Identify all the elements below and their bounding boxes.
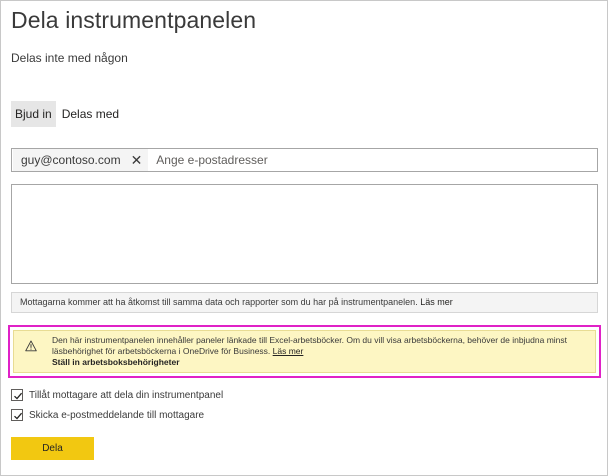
send-email-checkbox[interactable] xyxy=(11,409,23,421)
set-workbook-permissions-link[interactable]: Ställ in arbetsboksbehörigheter xyxy=(52,357,592,368)
recipient-chip: guy@contoso.com ✕ xyxy=(13,149,149,171)
allow-reshare-checkbox[interactable] xyxy=(11,389,23,401)
share-dashboard-pane: Dela instrumentpanelen Delas inte med nå… xyxy=(0,0,608,476)
warning-learn-more-link[interactable]: Läs mer xyxy=(273,346,304,356)
access-info-bar: Mottagarna kommer att ha åtkomst till sa… xyxy=(11,292,598,313)
warning-text: Den här instrumentpanelen innehåller pan… xyxy=(52,335,568,356)
send-email-label: Skicka e-postmeddelande till mottagare xyxy=(29,409,205,421)
remove-recipient-icon[interactable]: ✕ xyxy=(131,153,143,167)
recipient-email-field[interactable]: guy@contoso.com ✕ xyxy=(11,148,598,172)
warning-message: Den här instrumentpanelen innehåller pan… xyxy=(52,335,592,368)
tab-invite[interactable]: Bjud in xyxy=(11,101,56,127)
recipient-chip-email: guy@contoso.com xyxy=(21,153,121,167)
tab-bar: Bjud in Delas med xyxy=(11,101,125,127)
share-button[interactable]: Dela xyxy=(11,437,94,460)
sharing-status: Delas inte med någon xyxy=(11,51,128,65)
allow-reshare-label: Tillåt mottagare att dela din instrument… xyxy=(29,389,224,401)
send-email-option[interactable]: Skicka e-postmeddelande till mottagare xyxy=(11,408,204,422)
email-input[interactable] xyxy=(156,153,457,167)
learn-more-link[interactable]: Läs mer xyxy=(420,297,453,307)
tab-shared-with[interactable]: Delas med xyxy=(58,101,123,127)
checkmark-icon xyxy=(14,412,23,420)
warning-triangle-icon xyxy=(25,340,37,352)
checkmark-icon xyxy=(14,392,23,400)
allow-reshare-option[interactable]: Tillåt mottagare att dela din instrument… xyxy=(11,388,223,402)
message-textarea[interactable] xyxy=(11,184,598,284)
page-title: Dela instrumentpanelen xyxy=(11,7,257,33)
access-info-text: Mottagarna kommer att ha åtkomst till sa… xyxy=(20,297,418,307)
excel-warning-box: Den här instrumentpanelen innehåller pan… xyxy=(13,330,596,373)
warning-highlight-frame: Den här instrumentpanelen innehåller pan… xyxy=(8,325,601,378)
